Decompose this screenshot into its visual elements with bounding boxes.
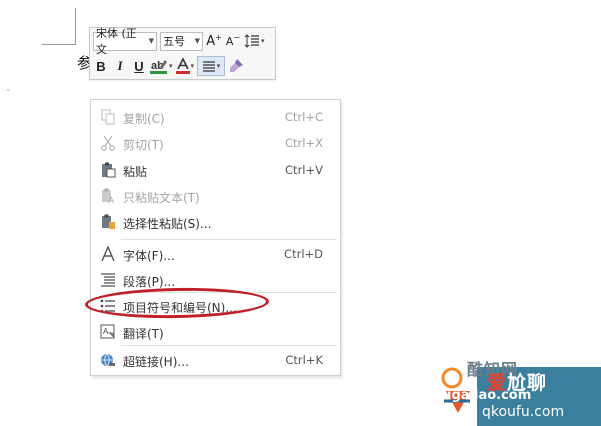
paste-text-icon: A	[99, 187, 117, 205]
paragraph-icon	[99, 271, 117, 289]
menu-item-shortcut: Ctrl+D	[284, 247, 323, 261]
translate-icon: A	[99, 323, 117, 341]
menu-item-label: 字体(F)...	[123, 249, 175, 263]
menu-item-label: 粘贴	[123, 165, 148, 179]
font-color-button[interactable]: ▾	[175, 56, 195, 76]
highlighter-icon: ab	[150, 60, 167, 74]
menu-item-paste[interactable]: 粘贴 Ctrl+V	[91, 157, 340, 183]
watermark-domain-secondary: qkoufu.com	[482, 404, 565, 420]
font-size-combo[interactable]: 五号 ▼	[160, 31, 203, 51]
chevron-down-icon: ▼	[194, 37, 200, 45]
menu-item-paste-special[interactable]: 选择性粘贴(S)...	[91, 209, 340, 235]
menu-item-shortcut: Ctrl+K	[285, 353, 323, 367]
menu-item-shortcut: Ctrl+X	[285, 136, 323, 150]
highlight-button[interactable]: ab ▾	[150, 56, 173, 76]
paste-icon	[99, 161, 117, 179]
svg-text:A: A	[108, 195, 114, 204]
font-name-value: 宋体 (正文	[96, 27, 137, 56]
chevron-down-icon: ▾	[190, 62, 195, 70]
chevron-down-icon: ▼	[148, 37, 154, 45]
menu-item-cut[interactable]: 剪切(T) Ctrl+X	[91, 130, 340, 156]
mini-toolbar-row-2: B I U ab ▾ ▾ ▾	[93, 56, 247, 76]
paste-special-icon	[99, 213, 117, 231]
italic-button[interactable]: I	[112, 56, 128, 76]
paragraph-mark: ⌄	[5, 84, 12, 93]
chevron-down-icon: ▾	[169, 62, 173, 70]
format-painter-button[interactable]	[228, 56, 244, 76]
menu-item-paste-text-only[interactable]: A 只粘贴文本(T)	[91, 183, 340, 209]
grow-font-button[interactable]: A +	[206, 31, 222, 51]
line-spacing-icon	[244, 34, 259, 48]
menu-item-copy[interactable]: 复制(C) Ctrl+C	[91, 104, 340, 130]
menu-item-translate[interactable]: A 翻译(T)	[91, 319, 340, 345]
chevron-down-icon: ▾	[216, 62, 221, 70]
context-menu: 复制(C) Ctrl+C 剪切(T) Ctrl+X 粘贴 Ctrl+V A 只粘…	[90, 99, 341, 376]
menu-item-hyperlink[interactable]: 超链接(H)... Ctrl+K	[91, 347, 340, 373]
menu-item-shortcut: Ctrl+C	[284, 110, 323, 124]
shrink-font-button[interactable]: A −	[225, 31, 241, 51]
chevron-down-icon: ▾	[261, 37, 265, 45]
font-name-combo[interactable]: 宋体 (正文 ▼	[93, 27, 157, 56]
menu-item-label: 剪切(T)	[123, 138, 164, 152]
line-spacing-button[interactable]: ▾	[244, 31, 265, 51]
watermark: 酷知网 爱尬聊 igaliao.com qkoufu.com	[437, 355, 601, 426]
font-icon	[99, 245, 117, 263]
mini-toolbar-row-1: 宋体 (正文 ▼ 五号 ▼ A + A − ▾	[93, 27, 268, 56]
plus-icon: +	[215, 32, 222, 42]
menu-item-label: 只粘贴文本(T)	[123, 191, 200, 205]
menu-separator	[121, 239, 337, 240]
menu-item-shortcut: Ctrl+V	[285, 163, 323, 177]
font-size-value: 五号	[163, 35, 185, 48]
mini-toolbar: 宋体 (正文 ▼ 五号 ▼ A + A − ▾ B I U ab ▾ ▾ ▾	[89, 27, 276, 80]
copy-icon	[99, 108, 117, 126]
grow-font-icon: A	[206, 33, 216, 49]
hyperlink-icon	[99, 351, 117, 369]
watermark-domain-primary: igaliao.com	[447, 388, 532, 403]
format-painter-icon	[230, 59, 244, 72]
bold-button[interactable]: B	[93, 56, 109, 76]
menu-item-font[interactable]: 字体(F)... Ctrl+D	[91, 241, 340, 267]
menu-item-label: 超链接(H)...	[123, 355, 189, 369]
underline-button[interactable]: U	[131, 56, 147, 76]
font-color-icon	[175, 58, 190, 74]
page-corner-horizontal	[42, 44, 76, 45]
menu-item-label: 翻译(T)	[123, 327, 164, 341]
shrink-font-icon: A	[225, 34, 234, 48]
page-corner-vertical	[75, 8, 76, 45]
minus-icon: −	[233, 32, 241, 42]
menu-item-label: 选择性粘贴(S)...	[123, 217, 212, 231]
menu-item-label: 复制(C)	[123, 112, 165, 126]
menu-separator	[121, 345, 337, 346]
svg-text:A: A	[103, 327, 109, 336]
scissors-icon	[99, 134, 117, 152]
align-justify-icon	[202, 61, 215, 72]
align-button[interactable]: ▾	[197, 56, 226, 76]
